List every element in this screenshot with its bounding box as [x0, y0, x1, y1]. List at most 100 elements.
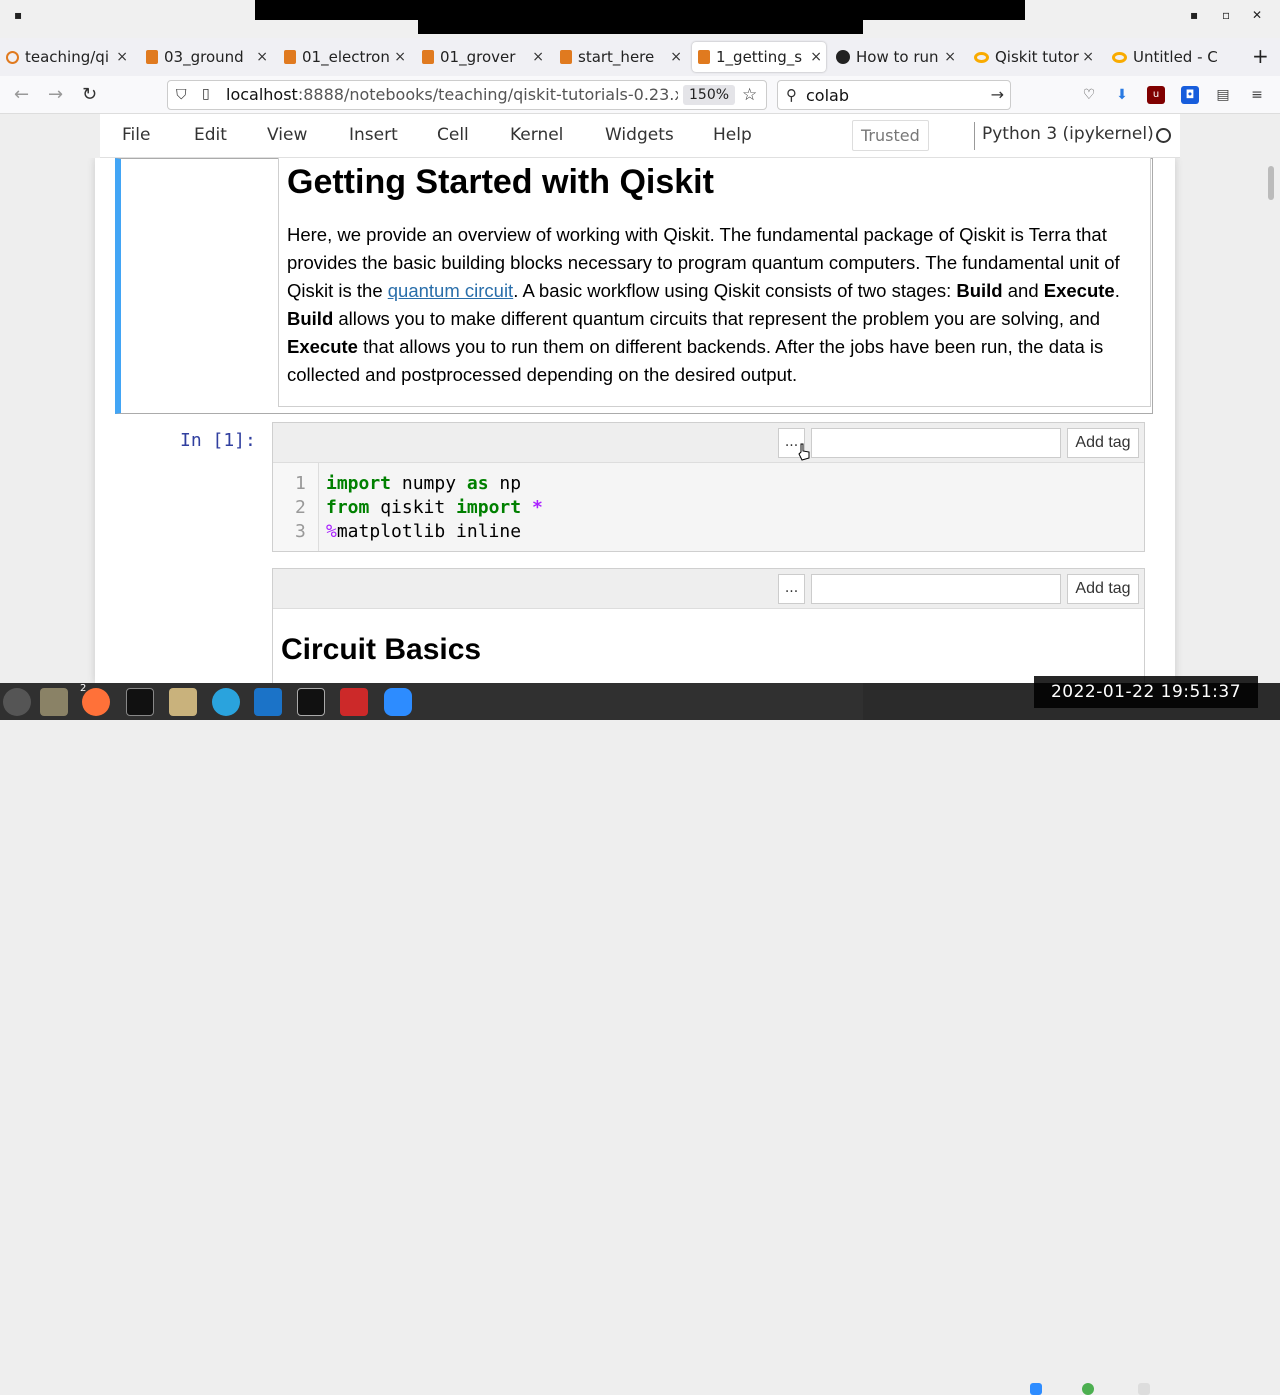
menu-kernel[interactable]: Kernel — [510, 125, 563, 145]
redaction-bar — [255, 0, 1025, 20]
menu-widgets[interactable]: Widgets — [605, 125, 674, 145]
tray-zoom-icon[interactable] — [1030, 1383, 1042, 1395]
menu-file[interactable]: File — [122, 125, 150, 145]
search-go-arrow-icon[interactable]: → — [991, 85, 1004, 104]
telegram-icon[interactable] — [212, 688, 240, 716]
close-tab-icon[interactable]: × — [256, 49, 268, 65]
operator: % — [326, 521, 337, 542]
shield-icon[interactable]: ⛉ — [176, 87, 187, 103]
close-window-icon[interactable]: ✕ — [1252, 8, 1262, 22]
taskbar-apps: 2 — [0, 683, 863, 720]
section-heading: Circuit Basics — [281, 633, 482, 666]
code-cell[interactable]: ... Add tag 1 2 3 import numpy as np fro… — [272, 422, 1145, 552]
scrollbar-thumb[interactable] — [1268, 166, 1274, 200]
colab-icon — [1112, 51, 1127, 63]
zoom-level-badge[interactable]: 150% — [683, 85, 736, 105]
markdown-cell[interactable]: ... Add tag Circuit Basics — [272, 568, 1145, 683]
bold-text: Build — [956, 280, 1003, 301]
tag-input[interactable] — [811, 428, 1061, 458]
input-prompt: In [1]: — [180, 430, 256, 451]
add-tag-button[interactable]: Add tag — [1067, 574, 1139, 604]
zoom-app-icon[interactable] — [384, 688, 412, 716]
tab-start-here[interactable]: start_here × — [560, 42, 686, 72]
download-icon[interactable]: ⬇ — [1113, 86, 1131, 104]
close-tab-icon[interactable]: × — [116, 49, 128, 65]
maximize-icon[interactable]: ▫ — [1222, 8, 1230, 22]
code-text: qiskit — [369, 497, 457, 518]
reader-view-icon[interactable]: ▤ — [1214, 86, 1232, 104]
tab-01-grover[interactable]: 01_grover × — [422, 42, 548, 72]
search-bar[interactable]: ⚲ colab → — [777, 80, 1011, 110]
pocket-icon[interactable]: ♡ — [1080, 86, 1098, 104]
tag-input[interactable] — [811, 574, 1061, 604]
code-text: matplotlib inline — [336, 521, 522, 542]
jupyter-icon — [560, 50, 572, 64]
quantum-circuit-link[interactable]: quantum circuit — [388, 280, 513, 301]
kernel-name[interactable]: Python 3 (ipykernel) — [982, 124, 1154, 144]
hamburger-menu-icon[interactable]: ≡ — [1248, 86, 1266, 104]
tab-teaching[interactable]: teaching/qi × — [6, 42, 132, 72]
code-line[interactable]: import numpy as np — [326, 473, 521, 494]
paragraph-text: . A basic workflow using Qiskit consists… — [513, 280, 957, 301]
notebook-page: Getting Started with Qiskit Here, we pro… — [95, 158, 1175, 683]
jupyter-icon — [146, 50, 158, 64]
forward-arrow-icon[interactable]: → — [48, 84, 63, 105]
menu-insert[interactable]: Insert — [349, 125, 398, 145]
url-text[interactable]: localhost:8888/notebooks/teaching/qiskit… — [226, 85, 678, 104]
menu-cell[interactable]: Cell — [437, 125, 469, 145]
close-tab-icon[interactable]: × — [394, 49, 406, 65]
window-menu-icon[interactable]: ▪ — [14, 8, 22, 22]
thunderbird-icon[interactable] — [254, 688, 282, 716]
tray-network-icon[interactable] — [1138, 1383, 1150, 1395]
github-icon — [836, 50, 850, 64]
page-info-icon[interactable]: ▯ — [202, 86, 210, 102]
jupyter-icon — [422, 50, 434, 64]
trusted-indicator[interactable]: Trusted — [852, 120, 929, 151]
start-menu-icon[interactable] — [3, 688, 31, 716]
minimize-icon[interactable]: ▪ — [1190, 8, 1198, 22]
close-tab-icon[interactable]: × — [1082, 49, 1094, 65]
files-drawer-icon[interactable] — [40, 688, 68, 716]
code-line[interactable]: %matplotlib inline — [326, 521, 521, 542]
tab-03-ground[interactable]: 03_ground × — [146, 42, 272, 72]
menu-help[interactable]: Help — [713, 125, 752, 145]
close-tab-icon[interactable]: × — [944, 49, 956, 65]
keyword: import — [326, 473, 392, 494]
new-tab-icon[interactable]: + — [1252, 44, 1269, 68]
keyword: import — [456, 497, 522, 518]
line-number: 3 — [295, 521, 306, 542]
reload-icon[interactable]: ↻ — [82, 84, 97, 105]
terminal-icon[interactable] — [126, 688, 154, 716]
url-bar[interactable]: ⛉ ▯ localhost:8888/notebooks/teaching/qi… — [167, 80, 767, 110]
tab-how-to-run[interactable]: How to run × — [836, 42, 960, 72]
tag-options-button[interactable]: ... — [778, 574, 805, 604]
bitwarden-icon[interactable]: ◘ — [1181, 86, 1199, 104]
close-tab-icon[interactable]: × — [670, 49, 682, 65]
tab-1-getting-started[interactable]: 1_getting_s × — [692, 42, 826, 72]
code-line[interactable]: from qiskit import * — [326, 497, 543, 518]
folder-icon[interactable] — [169, 688, 197, 716]
bookmark-star-icon[interactable]: ☆ — [742, 85, 757, 105]
add-tag-button[interactable]: Add tag — [1067, 428, 1139, 458]
line-number: 2 — [295, 497, 306, 518]
notebook-area[interactable]: Getting Started with Qiskit Here, we pro… — [0, 158, 1280, 683]
tab-qiskit-tutor[interactable]: Qiskit tutor × — [974, 42, 1098, 72]
search-input[interactable]: colab — [806, 86, 849, 105]
menu-view[interactable]: View — [267, 125, 307, 145]
close-tab-icon[interactable]: × — [810, 49, 822, 65]
menu-edit[interactable]: Edit — [194, 125, 227, 145]
markdown-cell-content: Getting Started with Qiskit Here, we pro… — [278, 158, 1151, 407]
tab-untitled[interactable]: Untitled - C — [1112, 42, 1242, 72]
ublock-icon[interactable]: u — [1147, 86, 1165, 104]
colab-icon — [974, 51, 989, 63]
tab-01-electron[interactable]: 01_electron × — [284, 42, 410, 72]
close-tab-icon[interactable]: × — [532, 49, 544, 65]
tray-check-icon[interactable] — [1082, 1383, 1094, 1395]
zotero-icon[interactable] — [340, 688, 368, 716]
system-monitor-icon[interactable] — [297, 688, 325, 716]
markdown-cell-selected[interactable]: Getting Started with Qiskit Here, we pro… — [115, 158, 1153, 414]
tab-label: Untitled - C — [1133, 48, 1218, 66]
back-arrow-icon[interactable]: ← — [14, 84, 29, 105]
jupyter-menubar: File Edit View Insert Cell Kernel Widget… — [100, 114, 1180, 158]
